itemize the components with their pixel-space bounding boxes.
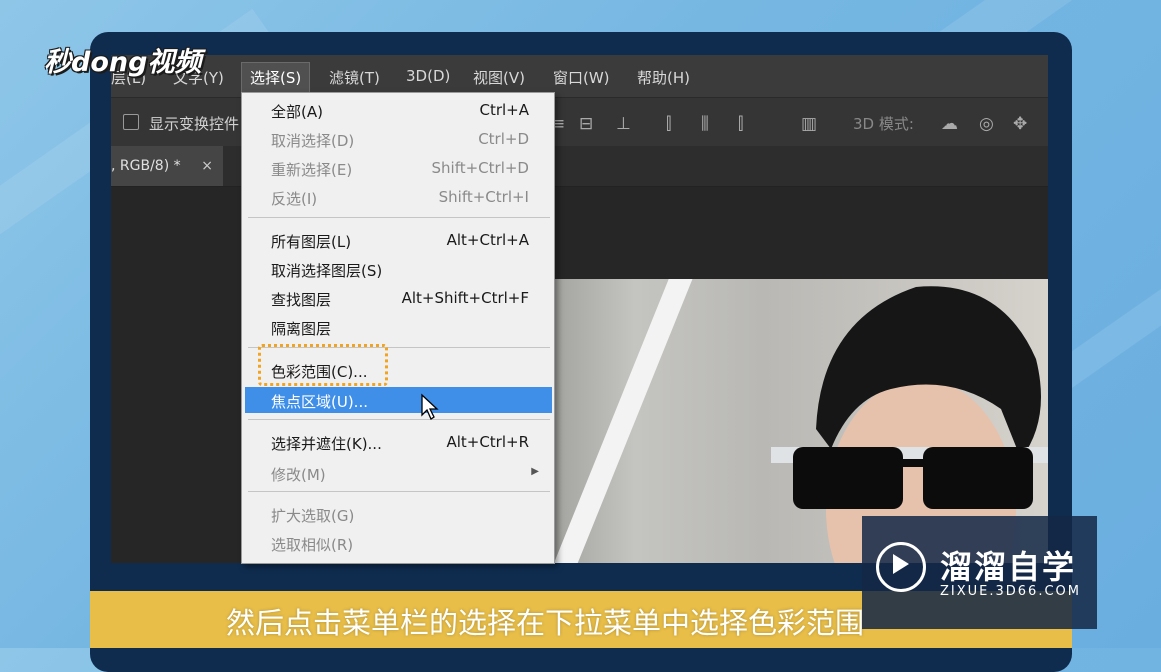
show-transform-label: 显示变换控件 xyxy=(149,115,240,133)
menu-item-shortcut: Shift+Ctrl+I xyxy=(438,188,529,206)
distribute-right-icon[interactable]: ⫿ xyxy=(738,114,743,134)
watermark-title: 溜溜自学 xyxy=(940,548,1077,586)
align-middle-icon[interactable]: ⊟ xyxy=(579,114,593,134)
menu-item-shortcut: Alt+Ctrl+A xyxy=(446,231,529,249)
menu-item-modify[interactable]: 修改(M) ▶ xyxy=(242,460,552,486)
menu-item-label: 取消选择图层(S) xyxy=(271,262,383,280)
document-tab-title: , RGB/8) * xyxy=(111,158,181,174)
menu-separator xyxy=(248,419,550,420)
menu-item-shortcut: Alt+Ctrl+R xyxy=(446,433,529,451)
submenu-arrow-icon: ▶ xyxy=(531,466,539,477)
menu-view[interactable]: 视图(V) xyxy=(473,67,525,88)
distribute-left-icon[interactable]: ⫿ xyxy=(666,114,671,134)
menu-item-grow[interactable]: 扩大选取(G) xyxy=(242,501,552,527)
3d-pan-icon[interactable]: ✥ xyxy=(1013,114,1027,134)
menu-item-label: 反选(I) xyxy=(271,190,318,208)
3d-roll-icon[interactable]: ◎ xyxy=(979,114,994,134)
play-icon xyxy=(893,554,909,574)
menu-item-shortcut: Ctrl+D xyxy=(478,130,529,148)
menu-item-label: 选择并遮住(K)... xyxy=(271,435,382,453)
menu-item-shortcut: Ctrl+A xyxy=(479,101,529,119)
color-range-callout-box xyxy=(258,344,388,386)
3d-orbit-icon[interactable]: ☁ xyxy=(941,114,958,134)
menu-item-label: 重新选择(E) xyxy=(271,161,353,179)
menu-bar: 层(L) 文字(Y) 选择(S) 滤镜(T) 3D(D) 视图(V) 窗口(W)… xyxy=(111,55,1048,97)
menu-item-label: 修改(M) xyxy=(271,466,326,484)
menu-item-label: 所有图层(L) xyxy=(271,233,352,251)
auto-align-icon[interactable]: ▥ xyxy=(801,114,817,134)
menu-item-label: 选取相似(R) xyxy=(271,536,354,554)
menu-item-deselect-layers[interactable]: 取消选择图层(S) xyxy=(242,256,552,282)
menu-item-label: 取消选择(D) xyxy=(271,132,355,150)
menu-separator xyxy=(248,491,550,492)
miaodong-logo: 秒dong视频 xyxy=(44,47,202,78)
menu-item-select-and-mask[interactable]: 选择并遮住(K)... Alt+Ctrl+R xyxy=(242,429,552,455)
distribute-center-icon[interactable]: ⫼ xyxy=(701,114,709,134)
menu-item-select-all[interactable]: 全部(A) Ctrl+A xyxy=(242,97,552,123)
menu-filter[interactable]: 滤镜(T) xyxy=(329,67,380,88)
document-tab[interactable]: , RGB/8) * × xyxy=(111,146,223,186)
menu-item-similar[interactable]: 选取相似(R) xyxy=(242,530,552,556)
menu-select[interactable]: 选择(S) xyxy=(241,62,311,93)
menu-item-inverse[interactable]: 反选(I) Shift+Ctrl+I xyxy=(242,184,552,210)
watermark-panel: 溜溜自学 ZIXUE.3D66.COM xyxy=(862,516,1097,629)
subtitle-text: 然后点击菜单栏的选择在下拉菜单中选择色彩范围 xyxy=(226,606,865,640)
menu-window[interactable]: 窗口(W) xyxy=(553,67,610,88)
watermark-url: ZIXUE.3D66.COM xyxy=(940,584,1081,599)
menu-help[interactable]: 帮助(H) xyxy=(637,67,690,88)
menu-separator xyxy=(248,217,550,218)
menu-item-shortcut: Alt+Shift+Ctrl+F xyxy=(401,289,529,307)
menu-item-label: 查找图层 xyxy=(271,291,332,309)
show-transform-checkbox[interactable] xyxy=(123,114,139,130)
menu-item-label: 焦点区域(U)... xyxy=(271,393,368,411)
3d-mode-label: 3D 模式: xyxy=(853,115,914,133)
menu-item-isolate-layers[interactable]: 隔离图层 xyxy=(242,314,552,340)
menu-item-label: 扩大选取(G) xyxy=(271,507,355,525)
menu-item-deselect[interactable]: 取消选择(D) Ctrl+D xyxy=(242,126,552,152)
mouse-cursor-icon xyxy=(421,393,439,420)
menu-item-all-layers[interactable]: 所有图层(L) Alt+Ctrl+A xyxy=(242,227,552,253)
menu-item-shortcut: Shift+Ctrl+D xyxy=(431,159,529,177)
menu-item-label: 隔离图层 xyxy=(271,320,332,338)
menu-item-label: 全部(A) xyxy=(271,103,323,121)
menu-item-focus-area[interactable]: 焦点区域(U)... xyxy=(245,387,552,413)
select-dropdown-menu: 全部(A) Ctrl+A 取消选择(D) Ctrl+D 重新选择(E) Shif… xyxy=(241,92,555,564)
align-bottom-icon[interactable]: ⊥ xyxy=(616,114,631,134)
menu-item-find-layers[interactable]: 查找图层 Alt+Shift+Ctrl+F xyxy=(242,285,552,311)
menu-3d[interactable]: 3D(D) xyxy=(406,67,450,85)
close-icon[interactable]: × xyxy=(201,146,213,186)
menu-item-reselect[interactable]: 重新选择(E) Shift+Ctrl+D xyxy=(242,155,552,181)
